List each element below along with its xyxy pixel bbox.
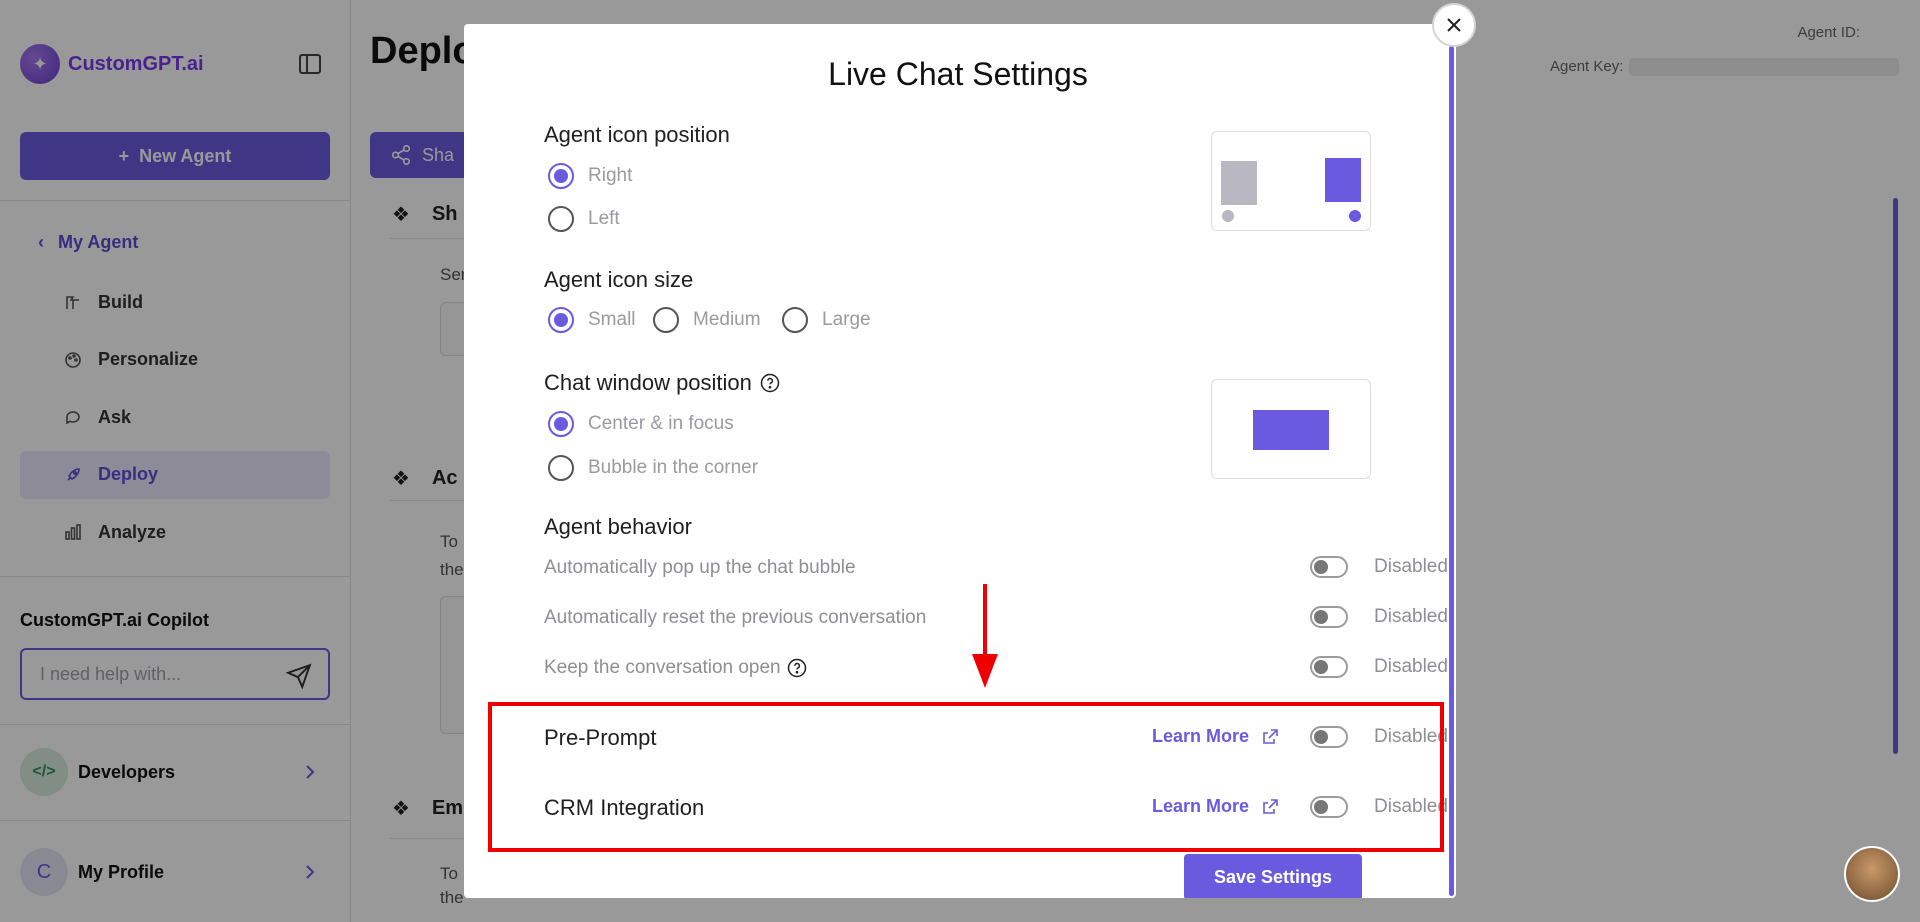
radio-center-focus[interactable]: Center & in focus: [548, 411, 734, 437]
icon-position-heading: Agent icon position: [544, 122, 730, 148]
help-icon[interactable]: [787, 658, 807, 678]
radio-unchecked-icon: [782, 307, 808, 333]
radio-checked-icon: [548, 411, 574, 437]
row-label: Keep the conversation open: [544, 657, 807, 679]
radio-label: Right: [588, 165, 633, 186]
preview-left-block: [1221, 161, 1257, 205]
radio-unchecked-icon: [548, 206, 574, 232]
preview-right-block: [1325, 158, 1361, 202]
radio-label: Large: [822, 309, 871, 330]
auto-popup-toggle[interactable]: [1310, 556, 1348, 578]
help-icon[interactable]: [760, 373, 780, 393]
window-position-preview: [1211, 379, 1371, 479]
close-modal-button[interactable]: [1432, 3, 1476, 47]
row-label: Automatically pop up the chat bubble: [544, 557, 856, 578]
red-arrow-annotation: [972, 584, 998, 688]
radio-label: Small: [588, 309, 636, 330]
modal-title: Live Chat Settings: [828, 56, 1088, 92]
row-label-text: Keep the conversation open: [544, 657, 781, 678]
keep-open-row: Keep the conversation open Disabled: [544, 653, 1448, 683]
radio-checked-icon: [548, 163, 574, 189]
row-label: Automatically reset the previous convers…: [544, 607, 927, 628]
icon-position-preview: [1211, 131, 1371, 231]
icon-size-heading: Agent icon size: [544, 267, 693, 293]
preview-right-dot: [1349, 210, 1361, 222]
radio-medium[interactable]: Medium: [653, 307, 761, 333]
heading-text: Agent icon size: [544, 267, 694, 292]
toggle-state: Disabled: [1374, 556, 1448, 577]
toggle-state: Disabled: [1374, 656, 1448, 677]
window-position-heading: Chat window position: [544, 370, 780, 396]
keep-open-toggle[interactable]: [1310, 656, 1348, 678]
radio-label: Left: [588, 208, 620, 229]
radio-label: Bubble in the corner: [588, 457, 759, 478]
radio-unchecked-icon: [548, 455, 574, 481]
auto-popup-row: Automatically pop up the chat bubble Dis…: [544, 553, 1448, 583]
radio-right[interactable]: Right: [548, 163, 632, 189]
radio-label: Center & in focus: [588, 413, 734, 434]
radio-small[interactable]: Small: [548, 307, 636, 333]
toggle-state: Disabled: [1374, 606, 1448, 627]
radio-left[interactable]: Left: [548, 206, 620, 232]
heading-text: Chat window position: [544, 370, 752, 395]
radio-large[interactable]: Large: [782, 307, 871, 333]
auto-reset-row: Automatically reset the previous convers…: [544, 603, 1448, 633]
save-settings-button[interactable]: Save Settings: [1184, 854, 1362, 898]
radio-label: Medium: [693, 309, 761, 330]
chat-agent-avatar[interactable]: [1844, 846, 1900, 902]
radio-unchecked-icon: [653, 307, 679, 333]
behavior-heading: Agent behavior: [544, 514, 692, 540]
close-icon: [1447, 18, 1461, 32]
preview-left-dot: [1222, 210, 1234, 222]
heading-text: Agent icon position: [544, 122, 730, 147]
modal-scrollbar[interactable]: [1449, 46, 1454, 896]
preview-window-block: [1253, 410, 1329, 450]
radio-bubble-corner[interactable]: Bubble in the corner: [548, 455, 758, 481]
radio-checked-icon: [548, 307, 574, 333]
heading-text: Agent behavior: [544, 514, 692, 539]
highlight-annotation-box: [488, 702, 1444, 852]
auto-reset-toggle[interactable]: [1310, 606, 1348, 628]
